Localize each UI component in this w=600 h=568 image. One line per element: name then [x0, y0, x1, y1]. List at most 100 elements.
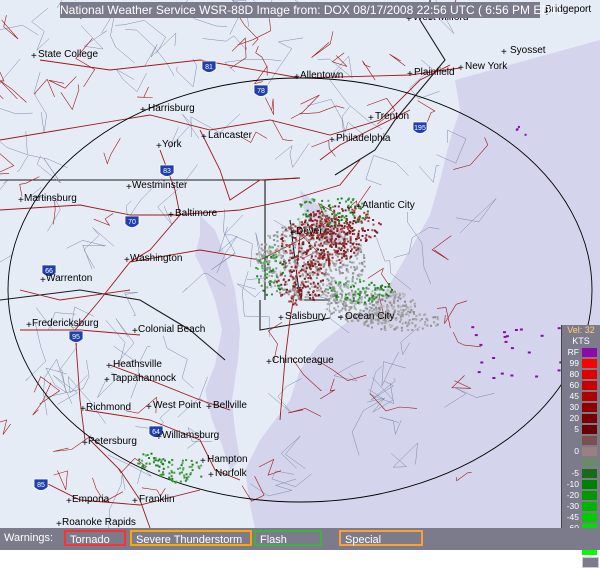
svg-text:70: 70 [128, 219, 136, 226]
legend-row: -20 [562, 490, 600, 501]
city-label-new-york: New York [465, 61, 508, 72]
city-label-bellville: Bellville [213, 400, 247, 411]
legend-value: 80 [569, 369, 579, 379]
city-label-heathsville: Heathsville [113, 359, 162, 370]
svg-text:78: 78 [257, 88, 265, 95]
city-label-lancaster: Lancaster [208, 130, 253, 141]
interstate-shield: 70 [124, 215, 140, 228]
legend-value: -30 [566, 501, 579, 511]
svg-text:195: 195 [414, 125, 426, 132]
city-label-baltimore: Baltimore [175, 208, 218, 219]
legend-row: 0 [562, 446, 600, 457]
legend-swatch [582, 414, 597, 423]
interstate-shield: 83 [159, 164, 175, 177]
interstate-shield: 81 [201, 60, 217, 73]
legend-units: KTS [572, 336, 590, 346]
city-label-norfolk: Norfolk [215, 468, 248, 479]
legend-swatch [582, 348, 597, 357]
interstate-shield: 195 [412, 121, 428, 134]
legend-swatch [582, 381, 597, 390]
city-label-warrenton: Warrenton [46, 273, 92, 284]
legend-row: 45 [562, 391, 600, 402]
city-label-syosset: Syosset [510, 45, 546, 56]
city-label-ocean-city: Ocean City [345, 311, 394, 322]
legend-swatch [582, 370, 597, 379]
interstate-shield: 78 [253, 84, 269, 97]
legend-row: -30 [562, 501, 600, 512]
city-label-plainfield: Plainfield [414, 67, 455, 78]
city-label-atlantic-city: Atlantic City [362, 200, 415, 211]
city-label-washington: Washington [130, 253, 182, 264]
svg-text:81: 81 [205, 64, 213, 71]
city-label-west-point: West Point [153, 400, 201, 411]
legend-swatch [582, 425, 597, 434]
legend-row: -10 [562, 479, 600, 490]
warnings-label: Warnings: [4, 532, 54, 544]
svg-text:85: 85 [37, 482, 45, 489]
warning-special-marine-button[interactable]: Special Marine [339, 530, 423, 562]
legend-row: -5 [562, 468, 600, 479]
legend-row: 60 [562, 380, 600, 391]
legend-title: Vel: 32 [567, 325, 595, 335]
city-marker: + [208, 470, 214, 481]
city-label-chincoteague: Chincoteague [272, 355, 334, 366]
legend-swatch [582, 458, 597, 467]
legend-row: 5 [562, 424, 600, 435]
legend-value: 0 [574, 446, 579, 456]
city-label-roanoke-rapids: Roanoke Rapids [62, 517, 136, 528]
city-label-richmond: Richmond [86, 402, 131, 413]
city-label-harrisburg: Harrisburg [148, 103, 195, 114]
city-label-trenton: Trenton [375, 111, 409, 122]
legend-swatch [582, 502, 597, 511]
city-label-colonial-beach: Colonial Beach [138, 324, 205, 335]
city-label-allentown: Allentown [300, 70, 343, 81]
warnings-bar: Warnings: Tornado Severe Thunderstorm Fl… [0, 528, 600, 562]
city-marker: + [458, 63, 464, 74]
legend-swatch [582, 447, 597, 456]
legend-swatch [582, 480, 597, 489]
city-label-tappahannock: Tappahannock [111, 373, 177, 384]
city-marker: + [200, 456, 206, 467]
legend-value: -20 [566, 490, 579, 500]
city-label-emporia: Emporia [72, 494, 110, 505]
legend-row: RF [562, 347, 600, 358]
legend-value: 60 [569, 380, 579, 390]
legend-swatch [582, 359, 597, 368]
city-marker: + [329, 135, 335, 146]
city-marker: + [201, 132, 207, 143]
warning-severe-thunderstorm-button[interactable]: Severe Thunderstorm [130, 530, 252, 546]
legend-value: -5 [571, 468, 579, 478]
warning-flash-flood-button[interactable]: Flash Flood [254, 530, 322, 562]
city-marker: + [168, 210, 174, 221]
velocity-legend: Vel: 32 KTS RF 99 80 60 45 30 20 5 0 -5 -10 -20 -30-… [561, 325, 600, 568]
legend-row: 30 [562, 402, 600, 413]
legend-value: 99 [569, 358, 579, 368]
city-label-martinsburg: Martinsburg [24, 193, 77, 204]
legend-row: ND [562, 556, 600, 568]
legend-swatch [582, 491, 597, 500]
legend-swatch [582, 557, 599, 568]
legend-value: ND [566, 556, 579, 566]
city-label-fredericksburg: Fredericksburg [32, 318, 99, 329]
warning-tornado-button[interactable]: Tornado [64, 530, 126, 546]
city-label-york: York [162, 139, 183, 150]
city-marker: + [106, 361, 112, 372]
city-marker: + [206, 402, 212, 413]
legend-value: -45 [566, 512, 579, 522]
legend-value: 45 [569, 391, 579, 401]
legend-value: -10 [566, 479, 579, 489]
city-label-petersburg: Petersburg [88, 436, 137, 447]
city-marker: + [140, 105, 146, 116]
city-marker: + [407, 69, 413, 80]
legend-swatch [582, 392, 597, 401]
legend-swatch [582, 436, 597, 445]
radar-image: 8178831957066956485 +Bridgeport+West Mil… [0, 0, 600, 568]
city-marker: + [31, 51, 37, 62]
legend-swatch [582, 513, 597, 522]
legend-row: -45 [562, 512, 600, 523]
city-label-franklin: Franklin [139, 494, 175, 505]
legend-value: 20 [569, 413, 579, 423]
city-label-hampton: Hampton [207, 454, 248, 465]
interstate-shield: 85 [33, 478, 49, 491]
legend-row: 80 [562, 369, 600, 380]
